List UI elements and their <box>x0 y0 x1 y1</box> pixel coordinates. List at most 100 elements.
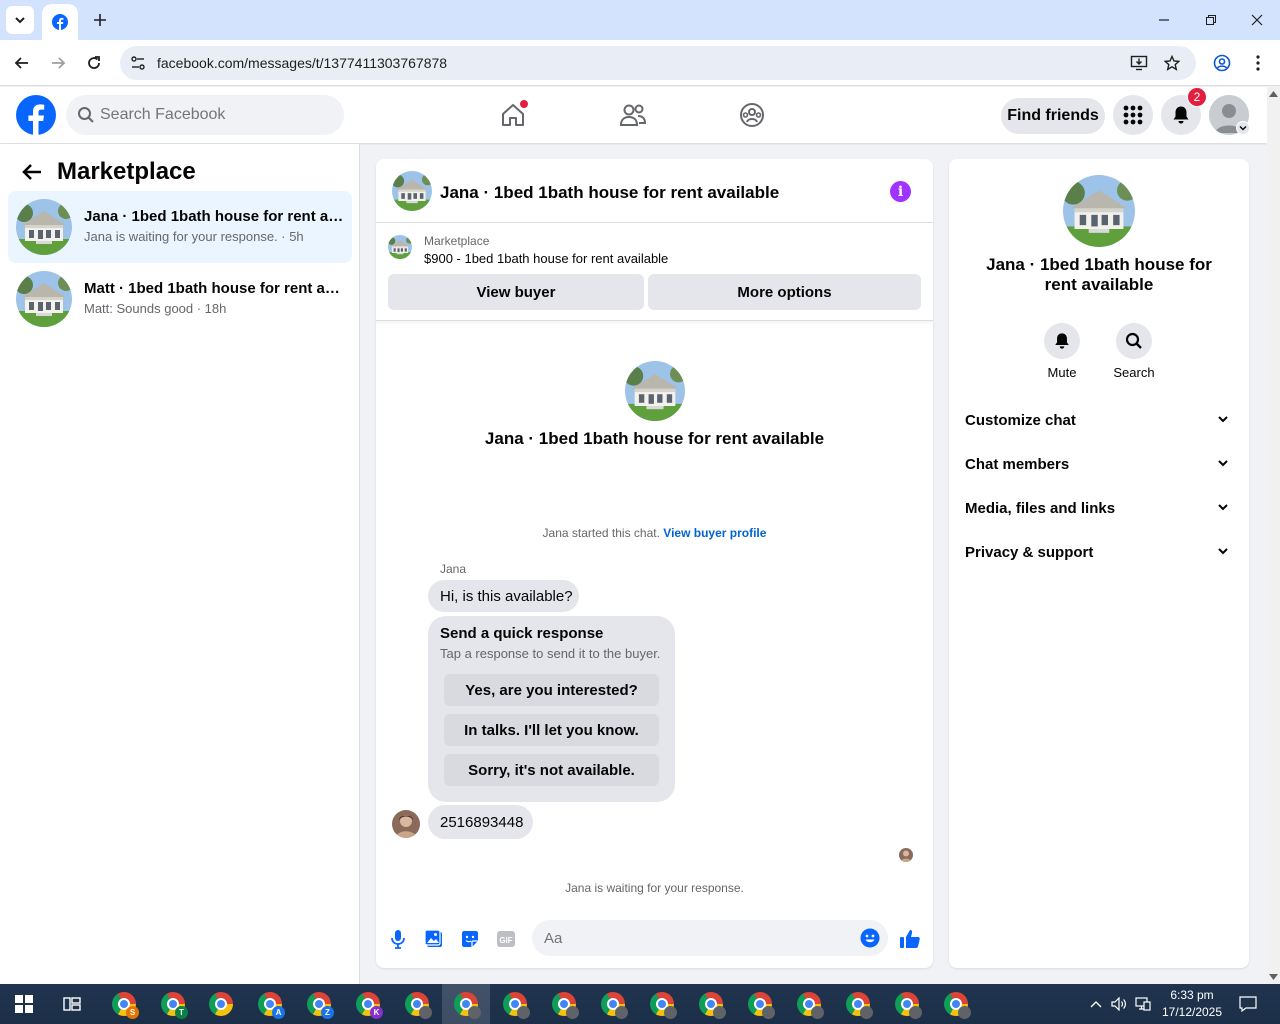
address-bar[interactable]: facebook.com/messages/t/1377411303767878 <box>120 46 1196 80</box>
view-buyer-profile-link[interactable]: View buyer profile <box>663 526 766 540</box>
menu-button[interactable] <box>1113 95 1153 135</box>
taskbar-chrome-profile-active[interactable] <box>442 984 490 1024</box>
chat-title[interactable]: Jana · 1bed 1bath house for rent availab… <box>440 183 779 203</box>
taskbar-chrome-profile[interactable] <box>834 984 882 1024</box>
taskbar-chrome-app[interactable]: A <box>246 984 294 1024</box>
chat-hero-avatar <box>625 361 685 421</box>
quick-response-title: Send a quick response <box>440 625 604 642</box>
show-hidden-icons-button[interactable] <box>1086 984 1106 1024</box>
scroll-down-icon[interactable] <box>1269 974 1278 980</box>
taskbar-chrome-profile[interactable] <box>687 984 735 1024</box>
volume-button[interactable] <box>1108 984 1130 1024</box>
browser-menu-button[interactable] <box>1245 50 1271 76</box>
search-input[interactable] <box>100 95 336 135</box>
chat-members-section[interactable]: Chat members <box>957 443 1241 487</box>
chrome-icon: Z <box>307 992 334 1019</box>
back-arrow-icon[interactable] <box>20 160 44 184</box>
chevron-down-icon <box>1218 548 1228 555</box>
site-settings-icon[interactable] <box>128 53 148 73</box>
taskbar-chrome-profile[interactable] <box>540 984 588 1024</box>
more-options-button[interactable]: More options <box>648 274 921 310</box>
new-tab-button[interactable] <box>88 8 112 32</box>
section-label: Media, files and links <box>965 500 1116 517</box>
listing-thumbnail[interactable] <box>388 235 412 259</box>
back-button[interactable] <box>9 50 35 76</box>
taskbar-chrome-profile[interactable] <box>589 984 637 1024</box>
mute-action[interactable]: Mute <box>1032 323 1092 380</box>
quick-response-option[interactable]: In talks. I'll let you know. <box>444 714 659 746</box>
taskbar-chrome-profile[interactable] <box>736 984 784 1024</box>
customize-chat-section[interactable]: Customize chat <box>957 399 1241 443</box>
info-icon[interactable]: i <box>890 181 911 202</box>
privacy-support-section[interactable]: Privacy & support <box>957 531 1241 575</box>
taskbar-clock[interactable]: 6:33 pm 17/12/2025 <box>1156 987 1228 1021</box>
restore-button[interactable] <box>1199 8 1223 32</box>
minimize-button[interactable] <box>1152 8 1176 32</box>
bookmark-star-icon[interactable] <box>1162 53 1182 73</box>
page-scrollbar[interactable] <box>1267 87 1280 984</box>
tab-search-button[interactable] <box>6 6 34 34</box>
facebook-search-box[interactable] <box>66 95 344 135</box>
quick-response-option[interactable]: Yes, are you interested? <box>444 674 659 706</box>
voice-clip-button[interactable] <box>386 927 410 951</box>
taskbar-chrome-profile[interactable] <box>393 984 441 1024</box>
install-app-icon[interactable] <box>1129 53 1149 73</box>
start-button[interactable] <box>0 984 48 1024</box>
close-window-button[interactable] <box>1245 8 1269 32</box>
chrome-profile-icon <box>552 992 579 1019</box>
search-conversation-button[interactable] <box>1116 323 1152 359</box>
message-input[interactable] <box>544 920 844 956</box>
mute-button[interactable] <box>1044 323 1080 359</box>
taskbar-chrome-app[interactable]: S <box>100 984 148 1024</box>
search-action[interactable]: Search <box>1104 323 1164 380</box>
message-composer[interactable] <box>532 920 888 956</box>
facebook-logo-icon[interactable] <box>16 95 56 135</box>
quick-response-option[interactable]: Sorry, it's not available. <box>444 754 659 786</box>
send-like-button[interactable] <box>898 927 922 951</box>
chat-avatar[interactable] <box>392 171 432 211</box>
taskbar-chrome-profile[interactable] <box>491 984 539 1024</box>
chrome-profile-icon <box>699 992 726 1019</box>
scroll-up-icon[interactable] <box>1269 91 1278 97</box>
buyer-avatar[interactable] <box>392 810 420 838</box>
gif-button[interactable]: GIF <box>494 927 518 951</box>
active-tab[interactable] <box>42 4 78 40</box>
notifications-button[interactable]: 2 <box>1161 87 1207 135</box>
profile-button[interactable] <box>1209 50 1235 76</box>
forward-button[interactable] <box>45 50 71 76</box>
message-bubble[interactable]: 2516893448 <box>428 805 533 839</box>
home-nav[interactable] <box>497 99 529 131</box>
taskbar-chrome-profile[interactable] <box>883 984 931 1024</box>
reload-button[interactable] <box>81 50 107 76</box>
groups-nav[interactable] <box>736 99 768 131</box>
find-friends-button[interactable]: Find friends <box>1001 98 1105 134</box>
conversation-item[interactable]: Jana · 1bed 1bath house for rent availab… <box>8 191 352 263</box>
taskbar-chrome-app[interactable]: T <box>149 984 197 1024</box>
view-buyer-button[interactable]: View buyer <box>388 274 644 310</box>
media-files-links-section[interactable]: Media, files and links <box>957 487 1241 531</box>
chrome-profile-icon <box>797 992 824 1019</box>
taskbar-chrome-app[interactable]: K <box>344 984 392 1024</box>
message-text: 2516893448 <box>440 814 524 831</box>
notification-center-button[interactable] <box>1236 984 1260 1024</box>
conversation-snippet: Jana is waiting for your response. · 5h <box>84 229 304 244</box>
task-view-button[interactable] <box>48 984 96 1024</box>
sticker-button[interactable] <box>458 927 482 951</box>
attach-photo-button[interactable] <box>422 927 446 951</box>
taskbar-chrome-app[interactable]: Z <box>295 984 343 1024</box>
section-label: Privacy & support <box>965 544 1094 561</box>
listing-price[interactable]: $900 - 1bed 1bath house for rent availab… <box>424 251 668 266</box>
taskbar-chrome-profile[interactable] <box>638 984 686 1024</box>
chrome-icon: T <box>161 992 188 1019</box>
details-avatar[interactable] <box>1063 175 1135 247</box>
network-button[interactable] <box>1132 984 1154 1024</box>
conversation-item[interactable]: Matt · 1bed 1bath house for rent availab… <box>8 263 352 335</box>
account-caret[interactable] <box>1236 121 1250 135</box>
taskbar-chrome-profile[interactable] <box>932 984 980 1024</box>
message-bubble[interactable]: Hi, is this available? <box>428 580 579 612</box>
friends-nav[interactable] <box>617 99 649 131</box>
taskbar-chrome-app[interactable] <box>197 984 245 1024</box>
taskbar-chrome-profile[interactable] <box>785 984 833 1024</box>
clock-time: 6:33 pm <box>1170 988 1214 1002</box>
emoji-icon[interactable] <box>860 928 880 948</box>
